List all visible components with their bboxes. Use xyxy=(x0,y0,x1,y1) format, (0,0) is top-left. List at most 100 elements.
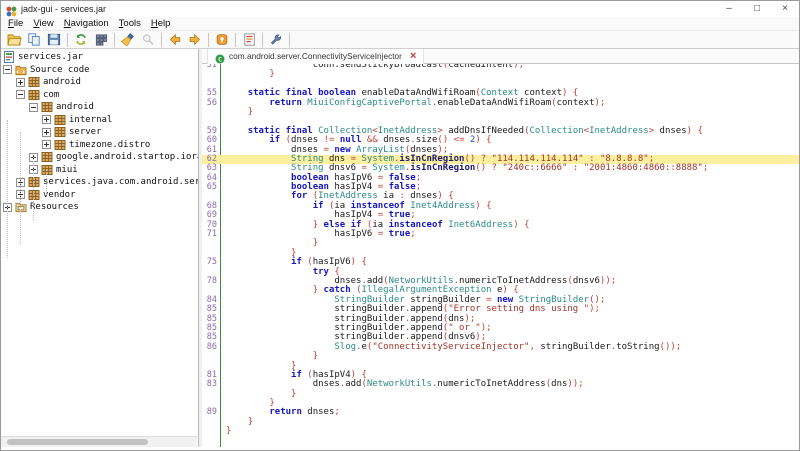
collapse-handle-icon[interactable] xyxy=(16,90,25,99)
code-line[interactable]: } xyxy=(202,418,799,427)
menu-file[interactable]: File xyxy=(3,18,28,29)
line-number xyxy=(202,390,217,399)
toolbar xyxy=(1,31,799,49)
tree-node-resources[interactable]: Resources xyxy=(1,201,198,214)
tree-node-miui[interactable]: miui xyxy=(1,164,198,177)
line-number xyxy=(202,418,217,427)
main-area: services.jarSource codeandroidcomandroid… xyxy=(1,49,799,447)
back-button[interactable] xyxy=(165,31,185,48)
tree-node-com[interactable]: com xyxy=(1,89,198,102)
folder-source-icon xyxy=(15,64,27,76)
collapse-handle-icon[interactable] xyxy=(29,103,38,112)
menu-tools[interactable]: Tools xyxy=(114,18,146,29)
tree-node-services-jar[interactable]: services.jar xyxy=(1,51,198,64)
line-number xyxy=(202,108,217,117)
tree-node-internal[interactable]: internal xyxy=(1,114,198,127)
tree-node-server[interactable]: server xyxy=(1,126,198,139)
line-number xyxy=(202,239,217,248)
toolbar-separator xyxy=(262,33,263,47)
tree-node-source-code[interactable]: Source code xyxy=(1,64,198,77)
package-icon xyxy=(41,151,53,163)
preferences-button[interactable] xyxy=(266,31,286,48)
toolbar-separator xyxy=(289,33,290,47)
menu-help[interactable]: Help xyxy=(146,18,176,29)
deobfuscation-button[interactable] xyxy=(212,31,232,48)
jar-icon xyxy=(3,51,15,63)
text-search-button[interactable] xyxy=(118,31,138,48)
tree-node-label: vendor xyxy=(43,190,76,200)
tree-node-android[interactable]: android xyxy=(1,101,198,114)
line-text: } xyxy=(217,427,231,436)
title-bar: jadx-gui - services.jar – □ × xyxy=(1,1,799,17)
svg-text:C: C xyxy=(218,55,222,63)
tree-scrollbar-thumb[interactable] xyxy=(7,439,148,445)
expand-handle-icon[interactable] xyxy=(42,128,51,137)
line-number: 78 xyxy=(202,277,217,286)
jadx-gui-window: jadx-gui - services.jar – □ × FileViewNa… xyxy=(0,0,800,451)
line-number xyxy=(202,352,217,361)
code-line[interactable]: 89 return dnses; xyxy=(202,408,799,417)
package-icon xyxy=(41,164,53,176)
tree-node-label: services.jar xyxy=(18,52,83,62)
toolbar-separator xyxy=(208,33,209,47)
code-line[interactable]: } xyxy=(202,427,799,436)
package-icon xyxy=(28,76,40,88)
line-number: 56 xyxy=(202,99,217,108)
save-all-button[interactable] xyxy=(44,31,64,48)
editor-tab-bar: C com.android.server.ConnectivityService… xyxy=(202,49,799,64)
expand-handle-icon[interactable] xyxy=(42,115,51,124)
code-line[interactable]: 56 return MiuiConfigCaptivePortal.enable… xyxy=(202,99,799,108)
tree-node-label: google.android.startop.iorap xyxy=(56,152,199,162)
flat-packages-button[interactable] xyxy=(91,31,111,48)
line-text: } xyxy=(217,70,275,79)
open-file-button[interactable] xyxy=(4,31,24,48)
tree-node-label: server xyxy=(69,127,102,137)
tree-node-google-android-startop-iorap[interactable]: google.android.startop.iorap xyxy=(1,151,198,164)
maximize-button[interactable]: □ xyxy=(743,1,771,17)
close-button[interactable]: × xyxy=(771,1,799,17)
menu-view[interactable]: View xyxy=(28,18,58,29)
editor-panel: C com.android.server.ConnectivityService… xyxy=(202,49,799,447)
line-number xyxy=(202,427,217,436)
reload-button[interactable] xyxy=(71,31,91,48)
tree-horizontal-scrollbar[interactable] xyxy=(1,436,197,447)
code-line[interactable]: } xyxy=(202,390,799,399)
code-area[interactable]: 51 conn.sendStickyBroadcast(cachedIntent… xyxy=(202,64,799,447)
code-line[interactable]: } xyxy=(202,70,799,79)
class-icon: C xyxy=(215,51,225,61)
add-files-button[interactable] xyxy=(24,31,44,48)
collapse-handle-icon[interactable] xyxy=(3,65,12,74)
package-icon xyxy=(54,114,66,126)
line-number: 89 xyxy=(202,408,217,417)
code-line[interactable]: } xyxy=(202,108,799,117)
line-number xyxy=(202,70,217,79)
forward-button[interactable] xyxy=(185,31,205,48)
log-viewer-button[interactable] xyxy=(239,31,259,48)
package-icon xyxy=(28,176,40,188)
tree-node-services-java-com-android-server[interactable]: services.java.com.android.server. xyxy=(1,176,198,189)
project-tree: services.jarSource codeandroidcomandroid… xyxy=(1,51,198,214)
tab-connectivity-service-injector[interactable]: C com.android.server.ConnectivityService… xyxy=(207,49,424,64)
class-search-button[interactable] xyxy=(138,31,158,48)
tree-node-timezone-distro[interactable]: timezone.distro xyxy=(1,139,198,152)
tree-node-android[interactable]: android xyxy=(1,76,198,89)
line-text: } xyxy=(217,108,253,117)
resources-icon xyxy=(15,201,27,213)
tab-close-icon[interactable]: × xyxy=(410,51,416,61)
line-number: 71 xyxy=(202,230,217,239)
minimize-button[interactable]: – xyxy=(715,1,743,17)
package-icon xyxy=(41,101,53,113)
tree-node-vendor[interactable]: vendor xyxy=(1,189,198,202)
package-icon xyxy=(28,89,40,101)
tree-guide-line xyxy=(33,157,34,220)
line-text: } xyxy=(217,418,253,427)
expand-handle-icon[interactable] xyxy=(42,140,51,149)
menu-bar: FileViewNavigationToolsHelp xyxy=(1,17,799,31)
tree-node-label: timezone.distro xyxy=(69,140,150,150)
tree-node-label: com xyxy=(43,90,59,100)
package-icon xyxy=(28,189,40,201)
menu-navigation[interactable]: Navigation xyxy=(59,18,114,29)
expand-handle-icon[interactable] xyxy=(16,78,25,87)
tree-guide-line xyxy=(7,120,8,258)
tree-node-label: internal xyxy=(69,115,112,125)
